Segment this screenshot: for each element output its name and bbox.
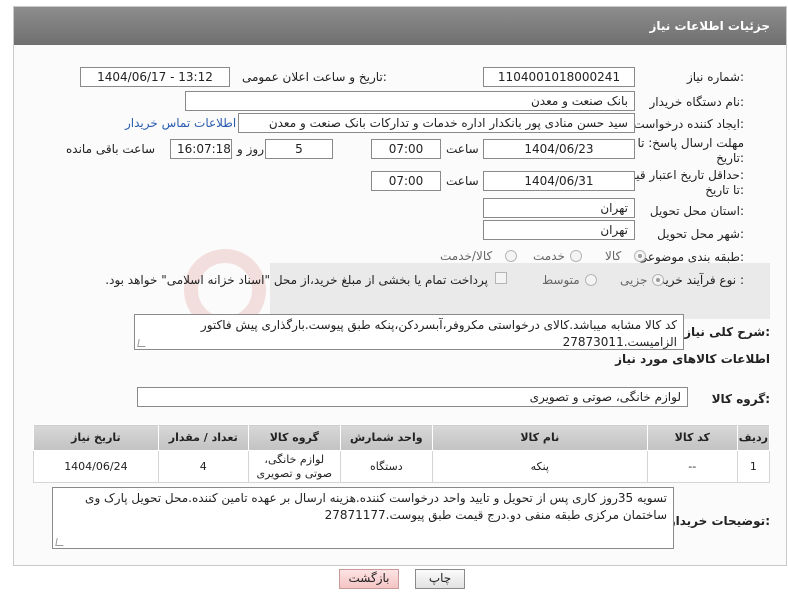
cell-qty: 4	[157, 450, 249, 483]
remaining-time-field: 16:07:18	[170, 139, 232, 159]
province-field: تهران	[483, 198, 635, 218]
buyer-contact-link[interactable]: اطلاعات تماس خریدار	[125, 116, 236, 130]
category-radio-goods[interactable]	[634, 250, 646, 262]
goods-group-field: لوازم خانگی، صوتی و تصویری	[137, 387, 688, 407]
print-button[interactable]: چاپ	[415, 569, 465, 589]
treasury-checkbox[interactable]	[495, 272, 507, 284]
buyer-org-field: بانک صنعت و معدن	[185, 91, 635, 111]
cell-unit: دستگاه	[339, 450, 433, 483]
category-option-goods: کالا	[605, 249, 622, 263]
treasury-note: پرداخت تمام یا بخشی از مبلغ خرید،از محل …	[105, 273, 488, 287]
cell-date: 1404/06/24	[33, 450, 159, 483]
items-table: ردیف کد کالا نام کالا واحد شمارش گروه کا…	[33, 424, 771, 483]
cell-row: 1	[736, 450, 771, 483]
process-radio-medium[interactable]	[585, 274, 597, 286]
reply-time-field: 07:00	[371, 139, 441, 159]
category-radio-both[interactable]	[505, 250, 517, 262]
announce-label: تاریخ و ساعت اعلان عمومی:	[242, 70, 387, 84]
col-unit: واحد شمارش	[339, 424, 433, 451]
need-number-label: شماره نیاز:	[686, 70, 744, 84]
buyer-notes-field: تسویه 35روز کاری پس از تحویل و تایید واح…	[52, 487, 674, 549]
panel-header: جزئیات اطلاعات نیاز	[14, 7, 786, 45]
description-label: شرح کلی نیاز:	[684, 325, 770, 339]
description-field: کد کالا مشابه میباشد.کالای درخواستی مکرو…	[134, 314, 684, 350]
notes-resize-handle[interactable]	[55, 538, 65, 546]
col-name: نام کالا	[431, 424, 648, 451]
category-option-service: خدمت	[533, 249, 565, 263]
buyer-org-label: نام دستگاه خریدار:	[649, 95, 745, 109]
city-field: تهران	[483, 220, 635, 240]
need-number-field: 1104001018000241	[483, 67, 635, 87]
category-label: طبقه بندی موضوعی:	[637, 250, 744, 264]
reply-deadline-label-1: مهلت ارسال پاسخ: تا	[637, 136, 744, 150]
cell-name: پنکه	[431, 450, 648, 483]
panel-title: جزئیات اطلاعات نیاز	[649, 19, 770, 33]
buyer-notes-label: توضیحات خریدار:	[668, 514, 770, 528]
cell-group: لوازم خانگی، صوتی و تصویری	[247, 450, 341, 483]
col-group: گروه کالا	[247, 424, 341, 451]
days-field: 5	[265, 139, 333, 159]
validity-time-field: 07:00	[371, 171, 441, 191]
validity-time-label: ساعت	[446, 174, 479, 188]
city-label: شهر محل تحویل:	[657, 227, 744, 241]
announce-field: 1404/06/17 - 13:12	[80, 67, 230, 87]
reply-deadline-label-2: تاریخ:	[716, 151, 744, 165]
reply-time-label: ساعت	[446, 142, 479, 156]
cell-code: --	[646, 450, 738, 483]
goods-section-title: اطلاعات کالاهای مورد نیاز	[615, 352, 770, 366]
resize-handle[interactable]	[137, 339, 147, 347]
col-qty: تعداد / مقدار	[157, 424, 249, 451]
category-option-both: کالا/خدمت	[440, 249, 493, 263]
col-code: کد کالا	[646, 424, 738, 451]
process-label: نوع فرآیند خرید :	[659, 273, 744, 287]
back-button[interactable]: بازگشت	[339, 569, 399, 589]
col-row: ردیف	[736, 424, 771, 451]
validity-date-field: 1404/06/31	[483, 171, 635, 191]
description-text: کد کالا مشابه میباشد.کالای درخواستی مکرو…	[200, 318, 677, 349]
goods-group-label: گروه کالا:	[711, 392, 770, 406]
price-validity-label-1: حداقل تاریخ اعتبار قیمت:	[617, 168, 744, 182]
process-option-minor: جزیی	[620, 273, 648, 287]
creator-label: ایجاد کننده درخواست:	[633, 117, 744, 131]
col-date: تاریخ نیاز	[33, 424, 159, 451]
table-row: 1 -- پنکه دستگاه لوازم خانگی، صوتی و تصو…	[33, 450, 771, 483]
process-radio-minor[interactable]	[652, 274, 664, 286]
table-header-row: ردیف کد کالا نام کالا واحد شمارش گروه کا…	[33, 424, 771, 451]
reply-date-field: 1404/06/23	[483, 139, 635, 159]
remaining-label: ساعت باقی مانده	[66, 142, 156, 156]
buyer-notes-text: تسویه 35روز کاری پس از تحویل و تایید واح…	[85, 491, 667, 522]
process-option-medium: متوسط	[542, 273, 580, 287]
province-label: استان محل تحویل:	[649, 204, 744, 218]
days-label: روز و	[237, 142, 264, 156]
category-radio-service[interactable]	[570, 250, 582, 262]
creator-field: سید حسن منادی پور بانکدار اداره خدمات و …	[238, 113, 635, 133]
price-validity-label-2: تا تاریخ:	[705, 183, 744, 197]
